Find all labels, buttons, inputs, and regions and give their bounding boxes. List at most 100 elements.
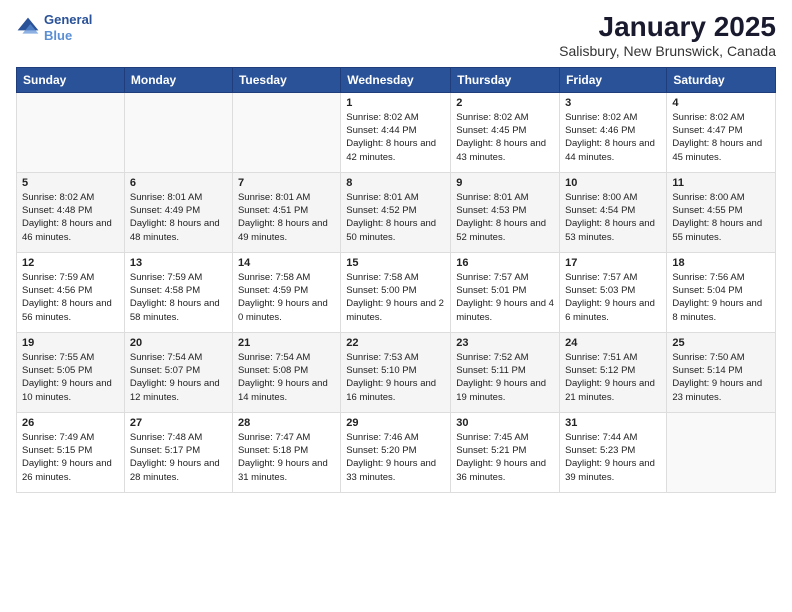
cell-content: Sunrise: 7:46 AMSunset: 5:20 PMDaylight:… [346, 431, 445, 484]
table-row [667, 412, 776, 492]
cell-content: Sunrise: 8:01 AMSunset: 4:49 PMDaylight:… [130, 191, 227, 244]
cell-content: Sunrise: 7:47 AMSunset: 5:18 PMDaylight:… [238, 431, 335, 484]
day-number: 31 [565, 417, 661, 429]
col-monday: Monday [124, 67, 232, 92]
table-row: 29 Sunrise: 7:46 AMSunset: 5:20 PMDayligh… [341, 412, 451, 492]
table-row: 25 Sunrise: 7:50 AMSunset: 5:14 PMDayligh… [667, 332, 776, 412]
cell-content: Sunrise: 7:51 AMSunset: 5:12 PMDaylight:… [565, 351, 661, 404]
table-row: 5Sunrise: 8:02 AMSunset: 4:48 PMDaylight… [17, 172, 125, 252]
day-number: 18 [672, 257, 770, 269]
cell-content: Sunrise: 8:02 AMSunset: 4:47 PMDaylight:… [672, 111, 770, 164]
day-number: 26 [22, 417, 119, 429]
day-number: 9 [456, 177, 554, 189]
day-number: 28 [238, 417, 335, 429]
day-number: 24 [565, 337, 661, 349]
title-block: January 2025 Salisbury, New Brunswick, C… [559, 12, 776, 59]
day-number: 7 [238, 177, 335, 189]
cell-content: Sunrise: 7:48 AMSunset: 5:17 PMDaylight:… [130, 431, 227, 484]
logo-icon [16, 16, 40, 40]
table-row: 9 Sunrise: 8:01 AMSunset: 4:53 PMDaylight… [451, 172, 560, 252]
cell-content: Sunrise: 7:58 AMSunset: 4:59 PMDaylight:… [238, 271, 335, 324]
day-number: 2 [456, 97, 554, 109]
table-row: 7 Sunrise: 8:01 AMSunset: 4:51 PMDaylight… [232, 172, 340, 252]
day-number: 22 [346, 337, 445, 349]
subtitle: Salisbury, New Brunswick, Canada [559, 43, 776, 59]
cell-content: Sunrise: 7:57 AMSunset: 5:01 PMDaylight:… [456, 271, 554, 324]
day-number: 15 [346, 257, 445, 269]
table-row: 6 Sunrise: 8:01 AMSunset: 4:49 PMDaylight… [124, 172, 232, 252]
cell-content: Sunrise: 7:49 AMSunset: 5:15 PMDaylight:… [22, 431, 119, 484]
cell-content: Sunrise: 8:00 AMSunset: 4:55 PMDaylight:… [672, 191, 770, 244]
week-row-2: 12Sunrise: 7:59 AMSunset: 4:56 PMDayligh… [17, 252, 776, 332]
day-number: 14 [238, 257, 335, 269]
day-number: 21 [238, 337, 335, 349]
week-row-0: 1Sunrise: 8:02 AMSunset: 4:44 PMDaylight… [17, 92, 776, 172]
cell-content: Sunrise: 7:58 AMSunset: 5:00 PMDaylight:… [346, 271, 445, 324]
table-row [124, 92, 232, 172]
cell-content: Sunrise: 7:53 AMSunset: 5:10 PMDaylight:… [346, 351, 445, 404]
day-number: 10 [565, 177, 661, 189]
day-number: 11 [672, 177, 770, 189]
cell-content: Sunrise: 7:54 AMSunset: 5:08 PMDaylight:… [238, 351, 335, 404]
table-row: 15 Sunrise: 7:58 AMSunset: 5:00 PMDayligh… [341, 252, 451, 332]
cell-content: Sunrise: 7:55 AMSunset: 5:05 PMDaylight:… [22, 351, 119, 404]
table-row: 19 Sunrise: 7:55 AMSunset: 5:05 PMDayligh… [17, 332, 125, 412]
week-row-3: 19 Sunrise: 7:55 AMSunset: 5:05 PMDayligh… [17, 332, 776, 412]
table-row: 21 Sunrise: 7:54 AMSunset: 5:08 PMDayligh… [232, 332, 340, 412]
header: General Blue January 2025 Salisbury, New… [16, 12, 776, 59]
day-number: 20 [130, 337, 227, 349]
cell-content: Sunrise: 8:01 AMSunset: 4:53 PMDaylight:… [456, 191, 554, 244]
table-row: 14 Sunrise: 7:58 AMSunset: 4:59 PMDayligh… [232, 252, 340, 332]
day-number: 25 [672, 337, 770, 349]
col-saturday: Saturday [667, 67, 776, 92]
col-thursday: Thursday [451, 67, 560, 92]
day-number: 4 [672, 97, 770, 109]
table-row: 18 Sunrise: 7:56 AMSunset: 5:04 PMDayligh… [667, 252, 776, 332]
cell-content: Sunrise: 8:01 AMSunset: 4:51 PMDaylight:… [238, 191, 335, 244]
day-number: 29 [346, 417, 445, 429]
table-row: 10 Sunrise: 8:00 AMSunset: 4:54 PMDayligh… [560, 172, 667, 252]
day-number: 19 [22, 337, 119, 349]
table-row: 24 Sunrise: 7:51 AMSunset: 5:12 PMDayligh… [560, 332, 667, 412]
table-row: 31 Sunrise: 7:44 AMSunset: 5:23 PMDayligh… [560, 412, 667, 492]
cell-content: Sunrise: 7:52 AMSunset: 5:11 PMDaylight:… [456, 351, 554, 404]
table-row: 2Sunrise: 8:02 AMSunset: 4:45 PMDaylight… [451, 92, 560, 172]
table-row: 16 Sunrise: 7:57 AMSunset: 5:01 PMDayligh… [451, 252, 560, 332]
cell-content: Sunrise: 7:57 AMSunset: 5:03 PMDaylight:… [565, 271, 661, 324]
table-row: 17Sunrise: 7:57 AMSunset: 5:03 PMDayligh… [560, 252, 667, 332]
col-tuesday: Tuesday [232, 67, 340, 92]
day-number: 8 [346, 177, 445, 189]
table-row: 26 Sunrise: 7:49 AMSunset: 5:15 PMDayligh… [17, 412, 125, 492]
week-row-1: 5Sunrise: 8:02 AMSunset: 4:48 PMDaylight… [17, 172, 776, 252]
day-number: 3 [565, 97, 661, 109]
table-row: 22 Sunrise: 7:53 AMSunset: 5:10 PMDayligh… [341, 332, 451, 412]
day-number: 23 [456, 337, 554, 349]
cell-content: Sunrise: 7:44 AMSunset: 5:23 PMDaylight:… [565, 431, 661, 484]
table-row: 12Sunrise: 7:59 AMSunset: 4:56 PMDayligh… [17, 252, 125, 332]
cell-content: Sunrise: 7:50 AMSunset: 5:14 PMDaylight:… [672, 351, 770, 404]
table-row: 28 Sunrise: 7:47 AMSunset: 5:18 PMDayligh… [232, 412, 340, 492]
logo: General Blue [16, 12, 92, 43]
table-row: 27Sunrise: 7:48 AMSunset: 5:17 PMDayligh… [124, 412, 232, 492]
cell-content: Sunrise: 8:02 AMSunset: 4:46 PMDaylight:… [565, 111, 661, 164]
col-friday: Friday [560, 67, 667, 92]
main-title: January 2025 [559, 12, 776, 43]
cell-content: Sunrise: 8:01 AMSunset: 4:52 PMDaylight:… [346, 191, 445, 244]
day-number: 12 [22, 257, 119, 269]
table-row [232, 92, 340, 172]
page: General Blue January 2025 Salisbury, New… [0, 0, 792, 612]
cell-content: Sunrise: 8:00 AMSunset: 4:54 PMDaylight:… [565, 191, 661, 244]
table-row: 4 Sunrise: 8:02 AMSunset: 4:47 PMDaylight… [667, 92, 776, 172]
cell-content: Sunrise: 8:02 AMSunset: 4:44 PMDaylight:… [346, 111, 445, 164]
day-number: 13 [130, 257, 227, 269]
day-number: 16 [456, 257, 554, 269]
col-sunday: Sunday [17, 67, 125, 92]
day-number: 6 [130, 177, 227, 189]
table-row: 3 Sunrise: 8:02 AMSunset: 4:46 PMDaylight… [560, 92, 667, 172]
table-row: 11 Sunrise: 8:00 AMSunset: 4:55 PMDayligh… [667, 172, 776, 252]
cell-content: Sunrise: 8:02 AMSunset: 4:48 PMDaylight:… [22, 191, 119, 244]
cell-content: Sunrise: 7:54 AMSunset: 5:07 PMDaylight:… [130, 351, 227, 404]
table-row: 8 Sunrise: 8:01 AMSunset: 4:52 PMDaylight… [341, 172, 451, 252]
calendar-header-row: Sunday Monday Tuesday Wednesday Thursday… [17, 67, 776, 92]
cell-content: Sunrise: 7:56 AMSunset: 5:04 PMDaylight:… [672, 271, 770, 324]
